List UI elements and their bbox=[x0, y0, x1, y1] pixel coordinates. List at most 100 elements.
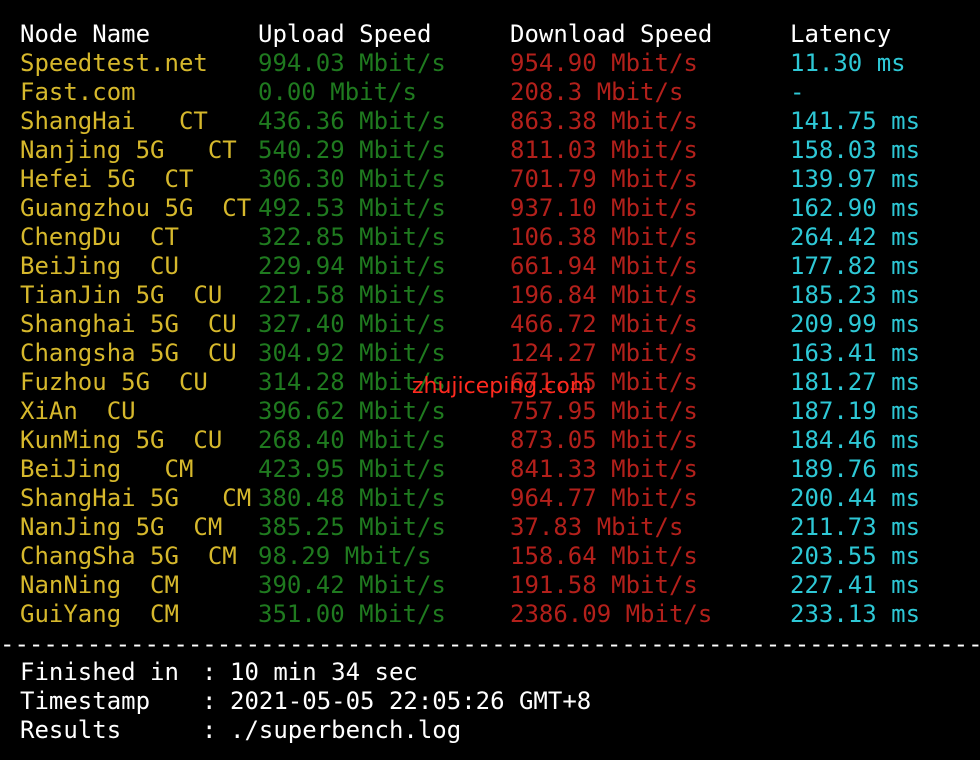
terminal-window: Node Name Upload Speed Download Speed La… bbox=[0, 0, 980, 760]
summary-value: 10 min 34 sec bbox=[230, 658, 418, 686]
download-speed-cell: 701.79 Mbit/s bbox=[510, 165, 698, 193]
node-name-cell: GuiYang CM bbox=[20, 600, 179, 628]
table-row: ChangSha 5G CM 98.29 Mbit/s 158.64 Mbit/s 2… bbox=[0, 542, 980, 571]
header-upload-speed: Upload Speed bbox=[258, 20, 432, 48]
table-row: KunMing 5G CU 268.40 Mbit/s 873.05 Mbit/s 1… bbox=[0, 426, 980, 455]
table-row: ChengDu CT 322.85 Mbit/s 106.38 Mbit/s 264.… bbox=[0, 223, 980, 252]
table-row: TianJin 5G CU 221.58 Mbit/s 196.84 Mbit/s 1… bbox=[0, 281, 980, 310]
node-name-cell: Changsha 5G CU bbox=[20, 339, 237, 367]
latency-cell: 141.75 ms bbox=[790, 107, 921, 135]
download-speed-cell: 196.84 Mbit/s bbox=[510, 281, 698, 309]
latency-cell: 187.19 ms bbox=[790, 397, 921, 425]
node-name-cell: ShangHai CT bbox=[20, 107, 208, 135]
watermark: zhujiceping.com bbox=[412, 374, 592, 399]
download-speed-cell: 841.33 Mbit/s bbox=[510, 455, 698, 483]
latency-cell: 185.23 ms bbox=[790, 281, 921, 309]
download-speed-cell: 37.83 Mbit/s bbox=[510, 513, 684, 541]
node-name-cell: ChangSha 5G CM bbox=[20, 542, 237, 570]
upload-speed-cell: 492.53 Mbit/s bbox=[258, 194, 446, 222]
upload-speed-cell: 327.40 Mbit/s bbox=[258, 310, 446, 338]
summary-row: Results: ./superbench.log bbox=[0, 716, 980, 745]
upload-speed-cell: 304.92 Mbit/s bbox=[258, 339, 446, 367]
header-node-name: Node Name bbox=[20, 20, 151, 48]
summary-separator: : bbox=[202, 658, 217, 686]
node-name-cell: Guangzhou 5G CT bbox=[20, 194, 252, 222]
latency-cell: 200.44 ms bbox=[790, 484, 921, 512]
node-name-cell: ShangHai 5G CM bbox=[20, 484, 252, 512]
download-speed-cell: 811.03 Mbit/s bbox=[510, 136, 698, 164]
download-speed-cell: 964.77 Mbit/s bbox=[510, 484, 698, 512]
table-row: Shanghai 5G CU 327.40 Mbit/s 466.72 Mbit/s… bbox=[0, 310, 980, 339]
download-speed-cell: 208.3 Mbit/s bbox=[510, 78, 684, 106]
upload-speed-cell: 322.85 Mbit/s bbox=[258, 223, 446, 251]
summary-label: Results bbox=[20, 716, 122, 744]
latency-cell: 203.55 ms bbox=[790, 542, 921, 570]
header-download-speed: Download Speed bbox=[510, 20, 713, 48]
summary-value: ./superbench.log bbox=[230, 716, 462, 744]
download-speed-cell: 863.38 Mbit/s bbox=[510, 107, 698, 135]
table-row: Fast.com 0.00 Mbit/s 208.3 Mbit/s - bbox=[0, 78, 980, 107]
download-speed-cell: 937.10 Mbit/s bbox=[510, 194, 698, 222]
latency-cell: 177.82 ms bbox=[790, 252, 921, 280]
upload-speed-cell: 306.30 Mbit/s bbox=[258, 165, 446, 193]
table-row: Hefei 5G CT 306.30 Mbit/s 701.79 Mbit/s 139… bbox=[0, 165, 980, 194]
summary-row: Finished in:10 min 34 sec bbox=[0, 658, 980, 687]
latency-cell: 211.73 ms bbox=[790, 513, 921, 541]
node-name-cell: Hefei 5G CT bbox=[20, 165, 194, 193]
upload-speed-cell: 221.58 Mbit/s bbox=[258, 281, 446, 309]
download-speed-cell: 757.95 Mbit/s bbox=[510, 397, 698, 425]
divider-line: ----------------------------------------… bbox=[0, 630, 980, 658]
upload-speed-cell: 351.00 Mbit/s bbox=[258, 600, 446, 628]
node-name-cell: NanNing CM bbox=[20, 571, 179, 599]
node-name-cell: ChengDu CT bbox=[20, 223, 179, 251]
download-speed-cell: 873.05 Mbit/s bbox=[510, 426, 698, 454]
download-speed-cell: 124.27 Mbit/s bbox=[510, 339, 698, 367]
download-speed-cell: 158.64 Mbit/s bbox=[510, 542, 698, 570]
node-name-cell: KunMing 5G CU bbox=[20, 426, 223, 454]
node-name-cell: BeiJing CU bbox=[20, 252, 179, 280]
summary-value: 2021-05-05 22:05:26 GMT+8 bbox=[230, 687, 592, 715]
upload-speed-cell: 385.25 Mbit/s bbox=[258, 513, 446, 541]
latency-cell: 233.13 ms bbox=[790, 600, 921, 628]
node-name-cell: Speedtest.net bbox=[20, 49, 208, 77]
node-name-cell: TianJin 5G CU bbox=[20, 281, 223, 309]
table-row: Speedtest.net 994.03 Mbit/s 954.90 Mbit/s 1… bbox=[0, 49, 980, 78]
table-row: Nanjing 5G CT 540.29 Mbit/s 811.03 Mbit/s 1… bbox=[0, 136, 980, 165]
node-name-cell: Fuzhou 5G CU bbox=[20, 368, 208, 396]
latency-cell: 189.76 ms bbox=[790, 455, 921, 483]
node-name-cell: BeiJing CM bbox=[20, 455, 194, 483]
upload-speed-cell: 423.95 Mbit/s bbox=[258, 455, 446, 483]
latency-cell: 162.90 ms bbox=[790, 194, 921, 222]
upload-speed-cell: 268.40 Mbit/s bbox=[258, 426, 446, 454]
node-name-cell: Fast.com bbox=[20, 78, 136, 106]
latency-cell: 163.41 ms bbox=[790, 339, 921, 367]
latency-cell: - bbox=[790, 78, 805, 106]
upload-speed-cell: 0.00 Mbit/s bbox=[258, 78, 417, 106]
node-name-cell: XiAn CU bbox=[20, 397, 136, 425]
table-row: ShangHai CT 436.36 Mbit/s 863.38 Mbit/s 141… bbox=[0, 107, 980, 136]
upload-speed-cell: 380.48 Mbit/s bbox=[258, 484, 446, 512]
table-header: Node Name Upload Speed Download Speed La… bbox=[0, 20, 980, 49]
latency-cell: 264.42 ms bbox=[790, 223, 921, 251]
latency-cell: 181.27 ms bbox=[790, 368, 921, 396]
upload-speed-cell: 436.36 Mbit/s bbox=[258, 107, 446, 135]
upload-speed-cell: 994.03 Mbit/s bbox=[258, 49, 446, 77]
summary-separator: : bbox=[202, 687, 217, 715]
upload-speed-cell: 390.42 Mbit/s bbox=[258, 571, 446, 599]
table-row: ShangHai 5G CM 380.48 Mbit/s 964.77 Mbit/s… bbox=[0, 484, 980, 513]
latency-cell: 184.46 ms bbox=[790, 426, 921, 454]
table-row: XiAn CU 396.62 Mbit/s 757.95 Mbit/s 187.19 … bbox=[0, 397, 980, 426]
node-name-cell: Nanjing 5G CT bbox=[20, 136, 237, 164]
latency-cell: 158.03 ms bbox=[790, 136, 921, 164]
download-speed-cell: 191.58 Mbit/s bbox=[510, 571, 698, 599]
latency-cell: 227.41 ms bbox=[790, 571, 921, 599]
node-name-cell: NanJing 5G CM bbox=[20, 513, 223, 541]
table-row: Changsha 5G CU 304.92 Mbit/s 124.27 Mbit/s… bbox=[0, 339, 980, 368]
summary-row: Timestamp:2021-05-05 22:05:26 GMT+8 bbox=[0, 687, 980, 716]
header-latency: Latency bbox=[790, 20, 892, 48]
upload-speed-cell: 98.29 Mbit/s bbox=[258, 542, 432, 570]
table-row: BeiJing CU 229.94 Mbit/s 661.94 Mbit/s 177.… bbox=[0, 252, 980, 281]
summary-label: Timestamp bbox=[20, 687, 151, 715]
summary-label: Finished in bbox=[20, 658, 179, 686]
latency-cell: 11.30 ms bbox=[790, 49, 906, 77]
